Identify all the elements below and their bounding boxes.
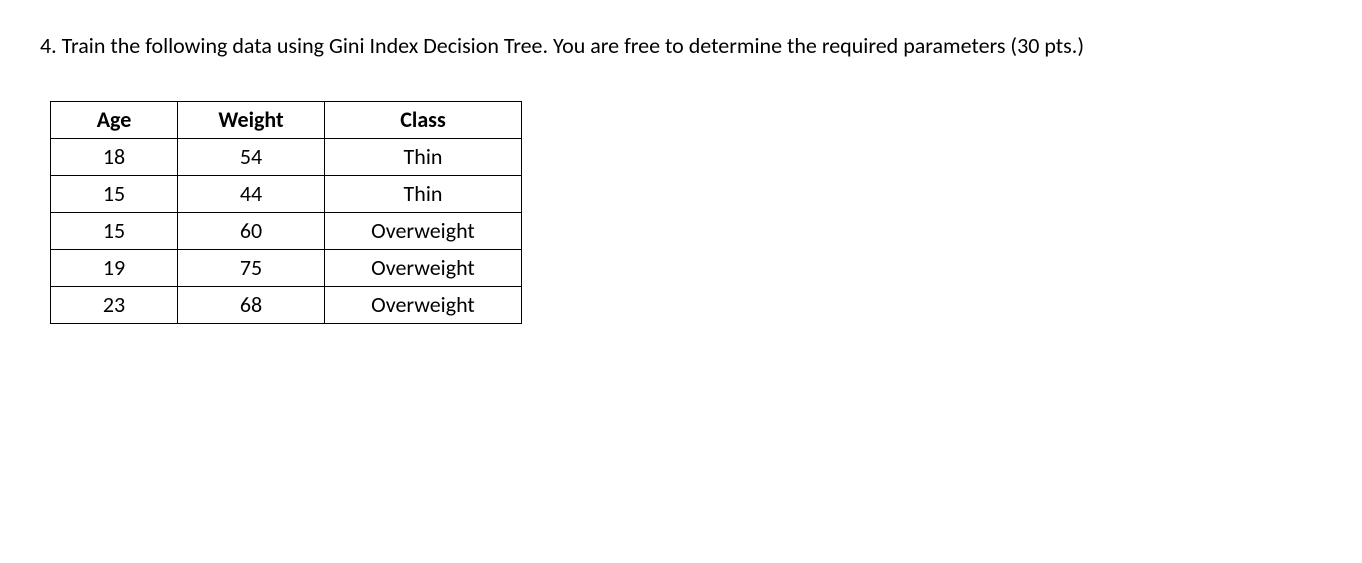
cell-weight: 75 [178,249,325,286]
header-class: Class [325,102,522,139]
table-row: 23 68 Overweight [51,286,522,323]
cell-weight: 44 [178,175,325,212]
cell-age: 15 [51,175,178,212]
cell-age: 18 [51,139,178,176]
table-header-row: Age Weight Class [51,102,522,139]
cell-age: 15 [51,212,178,249]
table-row: 19 75 Overweight [51,249,522,286]
cell-age: 19 [51,249,178,286]
cell-age: 23 [51,286,178,323]
cell-class: Thin [325,175,522,212]
table-row: 18 54 Thin [51,139,522,176]
header-age: Age [51,102,178,139]
cell-weight: 68 [178,286,325,323]
cell-class: Thin [325,139,522,176]
cell-class: Overweight [325,212,522,249]
cell-class: Overweight [325,286,522,323]
cell-weight: 54 [178,139,325,176]
question-text: 4. Train the following data using Gini I… [40,28,1322,63]
data-table: Age Weight Class 18 54 Thin 15 44 Thin 1… [50,101,522,323]
table-row: 15 44 Thin [51,175,522,212]
cell-class: Overweight [325,249,522,286]
cell-weight: 60 [178,212,325,249]
header-weight: Weight [178,102,325,139]
table-row: 15 60 Overweight [51,212,522,249]
